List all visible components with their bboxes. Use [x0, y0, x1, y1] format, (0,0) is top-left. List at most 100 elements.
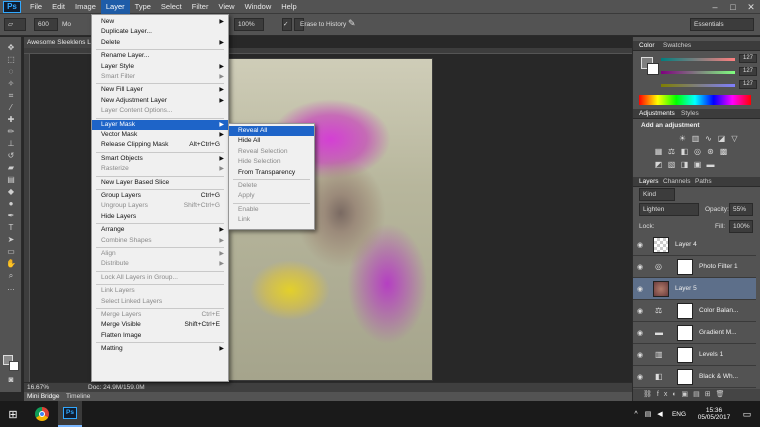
red-slider[interactable]: 127	[661, 54, 757, 64]
gradient-tool-icon[interactable]: ▤	[3, 175, 19, 185]
visibility-eye-icon[interactable]: ◉	[637, 241, 643, 249]
menu-help[interactable]: Help	[276, 0, 301, 14]
workspace-switcher[interactable]: Essentials	[690, 18, 754, 31]
threshold-icon[interactable]: ◨	[679, 160, 690, 169]
photo-filter-icon[interactable]: ◎	[692, 147, 703, 156]
eyedropper-tool-icon[interactable]: ⁄	[3, 103, 19, 113]
tool-preset-picker[interactable]: ▱	[4, 18, 26, 31]
layer-mask-thumbnail[interactable]	[677, 369, 693, 385]
color-lookup-icon[interactable]: ▩	[718, 147, 729, 156]
selective-color-icon[interactable]: ▣	[692, 160, 703, 169]
clock[interactable]: 15:36 05/05/2017	[694, 401, 734, 427]
menu-item-group-layers[interactable]: Group Layers Ctrl+G	[92, 191, 228, 201]
menu-edit[interactable]: Edit	[47, 0, 70, 14]
tab-timeline[interactable]: Timeline	[66, 393, 90, 400]
fill-field[interactable]: 100%	[729, 220, 753, 233]
layer-name[interactable]: Levels 1	[699, 351, 723, 358]
visibility-eye-icon[interactable]: ◉	[637, 263, 643, 271]
menu-window[interactable]: Window	[240, 0, 277, 14]
maximize-icon[interactable]: □	[724, 0, 742, 14]
tab-layers[interactable]: Layers	[639, 178, 659, 185]
blend-mode-select[interactable]: Lighten	[639, 203, 699, 216]
windows-start-icon[interactable]: ⊞	[0, 401, 26, 427]
photoshop-taskbar-icon[interactable]: Ps	[58, 401, 82, 427]
invert-icon[interactable]: ◩	[653, 160, 664, 169]
mask-item-reveal-all[interactable]: Reveal All	[229, 126, 314, 137]
layer-kind-filter[interactable]: Kind	[639, 188, 675, 201]
brightness-contrast-icon[interactable]: ☀	[677, 134, 688, 143]
marquee-tool-icon[interactable]: ⬚	[3, 55, 19, 65]
brush-size-field[interactable]: 600	[34, 18, 58, 31]
layer-name[interactable]: Layer 4	[675, 241, 697, 248]
visibility-eye-icon[interactable]: ◉	[637, 307, 643, 315]
menu-item-new-fill-layer[interactable]: New Fill Layer ▶	[92, 85, 228, 95]
pressure-icon[interactable]: ✎	[348, 18, 356, 29]
color-balance-icon[interactable]: ⚖	[666, 147, 677, 156]
red-value[interactable]: 127	[739, 54, 757, 63]
layer-row[interactable]: ◉ ◎ Photo Filter 1	[633, 256, 756, 278]
layer-row[interactable]: ◉ ⚖ Color Balan...	[633, 300, 756, 322]
menu-item-flatten-image[interactable]: Flatten Image	[92, 331, 228, 341]
layer-name[interactable]: Layer 5	[675, 285, 697, 292]
blue-value[interactable]: 127	[739, 80, 757, 89]
zoom-level[interactable]: 16.67%	[27, 384, 49, 391]
layer-name[interactable]: Color Balan...	[699, 307, 738, 314]
close-icon[interactable]: ✕	[742, 0, 760, 14]
history-brush-tool-icon[interactable]: ↺	[3, 151, 19, 161]
menu-select[interactable]: Select	[156, 0, 187, 14]
blue-slider[interactable]: 127	[661, 80, 757, 90]
type-tool-icon[interactable]: T	[3, 223, 19, 233]
menu-type[interactable]: Type	[130, 0, 156, 14]
layer-mask-thumbnail[interactable]	[677, 347, 693, 363]
hue-saturation-icon[interactable]: ▦	[653, 147, 664, 156]
tab-channels[interactable]: Channels	[663, 178, 690, 185]
blur-tool-icon[interactable]: ◆	[3, 187, 19, 197]
menu-view[interactable]: View	[213, 0, 239, 14]
notifications-icon[interactable]: ▭	[738, 401, 756, 427]
lasso-tool-icon[interactable]: ◌	[3, 67, 19, 77]
dodge-tool-icon[interactable]: ●	[3, 199, 19, 209]
black-white-icon[interactable]: ◧	[679, 147, 690, 156]
tray-chevron-icon[interactable]: ^	[630, 401, 642, 427]
menu-item-new-layer-based-slice[interactable]: New Layer Based Slice	[92, 178, 228, 188]
menu-item-arrange[interactable]: Arrange ▶	[92, 225, 228, 235]
pen-tool-icon[interactable]: ✒	[3, 211, 19, 221]
visibility-eye-icon[interactable]: ◉	[637, 285, 643, 293]
stamp-tool-icon[interactable]: ⊥	[3, 139, 19, 149]
extra-tools-icon[interactable]: …	[3, 283, 19, 293]
layer-mask-thumbnail[interactable]	[677, 325, 693, 341]
tab-adjustments[interactable]: Adjustments	[639, 110, 675, 117]
visibility-eye-icon[interactable]: ◉	[637, 373, 643, 381]
levels-icon[interactable]: ▥	[690, 134, 701, 143]
green-value[interactable]: 127	[739, 67, 757, 76]
tab-swatches[interactable]: Swatches	[663, 42, 691, 49]
background-color-swatch[interactable]	[9, 361, 19, 371]
layer-row[interactable]: ◉ ◧ Black & Wh...	[633, 366, 756, 388]
layer-row-selected[interactable]: ◉ Layer 5	[633, 278, 756, 300]
doc-size[interactable]: Doc: 24.9M/159.0M	[88, 384, 145, 391]
menu-item-vector-mask[interactable]: Vector Mask ▶	[92, 130, 228, 140]
layer-row[interactable]: ◉ Layer 4	[633, 234, 756, 256]
mask-item-hide-all[interactable]: Hide All	[229, 136, 314, 146]
opacity-field[interactable]: 55%	[729, 203, 753, 216]
flow-field[interactable]: 100%	[234, 18, 264, 31]
mask-item-from-transparency[interactable]: From Transparency	[229, 168, 314, 178]
zoom-tool-icon[interactable]: ⌕	[3, 271, 19, 281]
crop-tool-icon[interactable]: ⌗	[3, 91, 19, 101]
tab-styles[interactable]: Styles	[681, 110, 699, 117]
healing-brush-tool-icon[interactable]: ✚	[3, 115, 19, 125]
menu-layer[interactable]: Layer	[100, 0, 130, 14]
minimize-icon[interactable]: –	[706, 0, 724, 14]
quick-mask-icon[interactable]: ◙	[3, 375, 19, 385]
layer-mask-thumbnail[interactable]	[677, 303, 693, 319]
hand-tool-icon[interactable]: ✋	[3, 259, 19, 269]
menu-item-new-adjustment-layer[interactable]: New Adjustment Layer ▶	[92, 96, 228, 106]
tab-mini-bridge[interactable]: Mini Bridge	[27, 393, 60, 400]
move-tool-icon[interactable]: ✥	[3, 43, 19, 53]
layer-name[interactable]: Gradient M...	[699, 329, 737, 336]
vibrance-icon[interactable]: ▽	[729, 134, 740, 143]
menu-item-hide-layers[interactable]: Hide Layers	[92, 212, 228, 222]
chrome-icon[interactable]	[30, 401, 54, 427]
menu-item-release-clipping-mask[interactable]: Release Clipping Mask Alt+Ctrl+G	[92, 140, 228, 150]
menu-item-merge-visible[interactable]: Merge Visible Shift+Ctrl+E	[92, 320, 228, 330]
